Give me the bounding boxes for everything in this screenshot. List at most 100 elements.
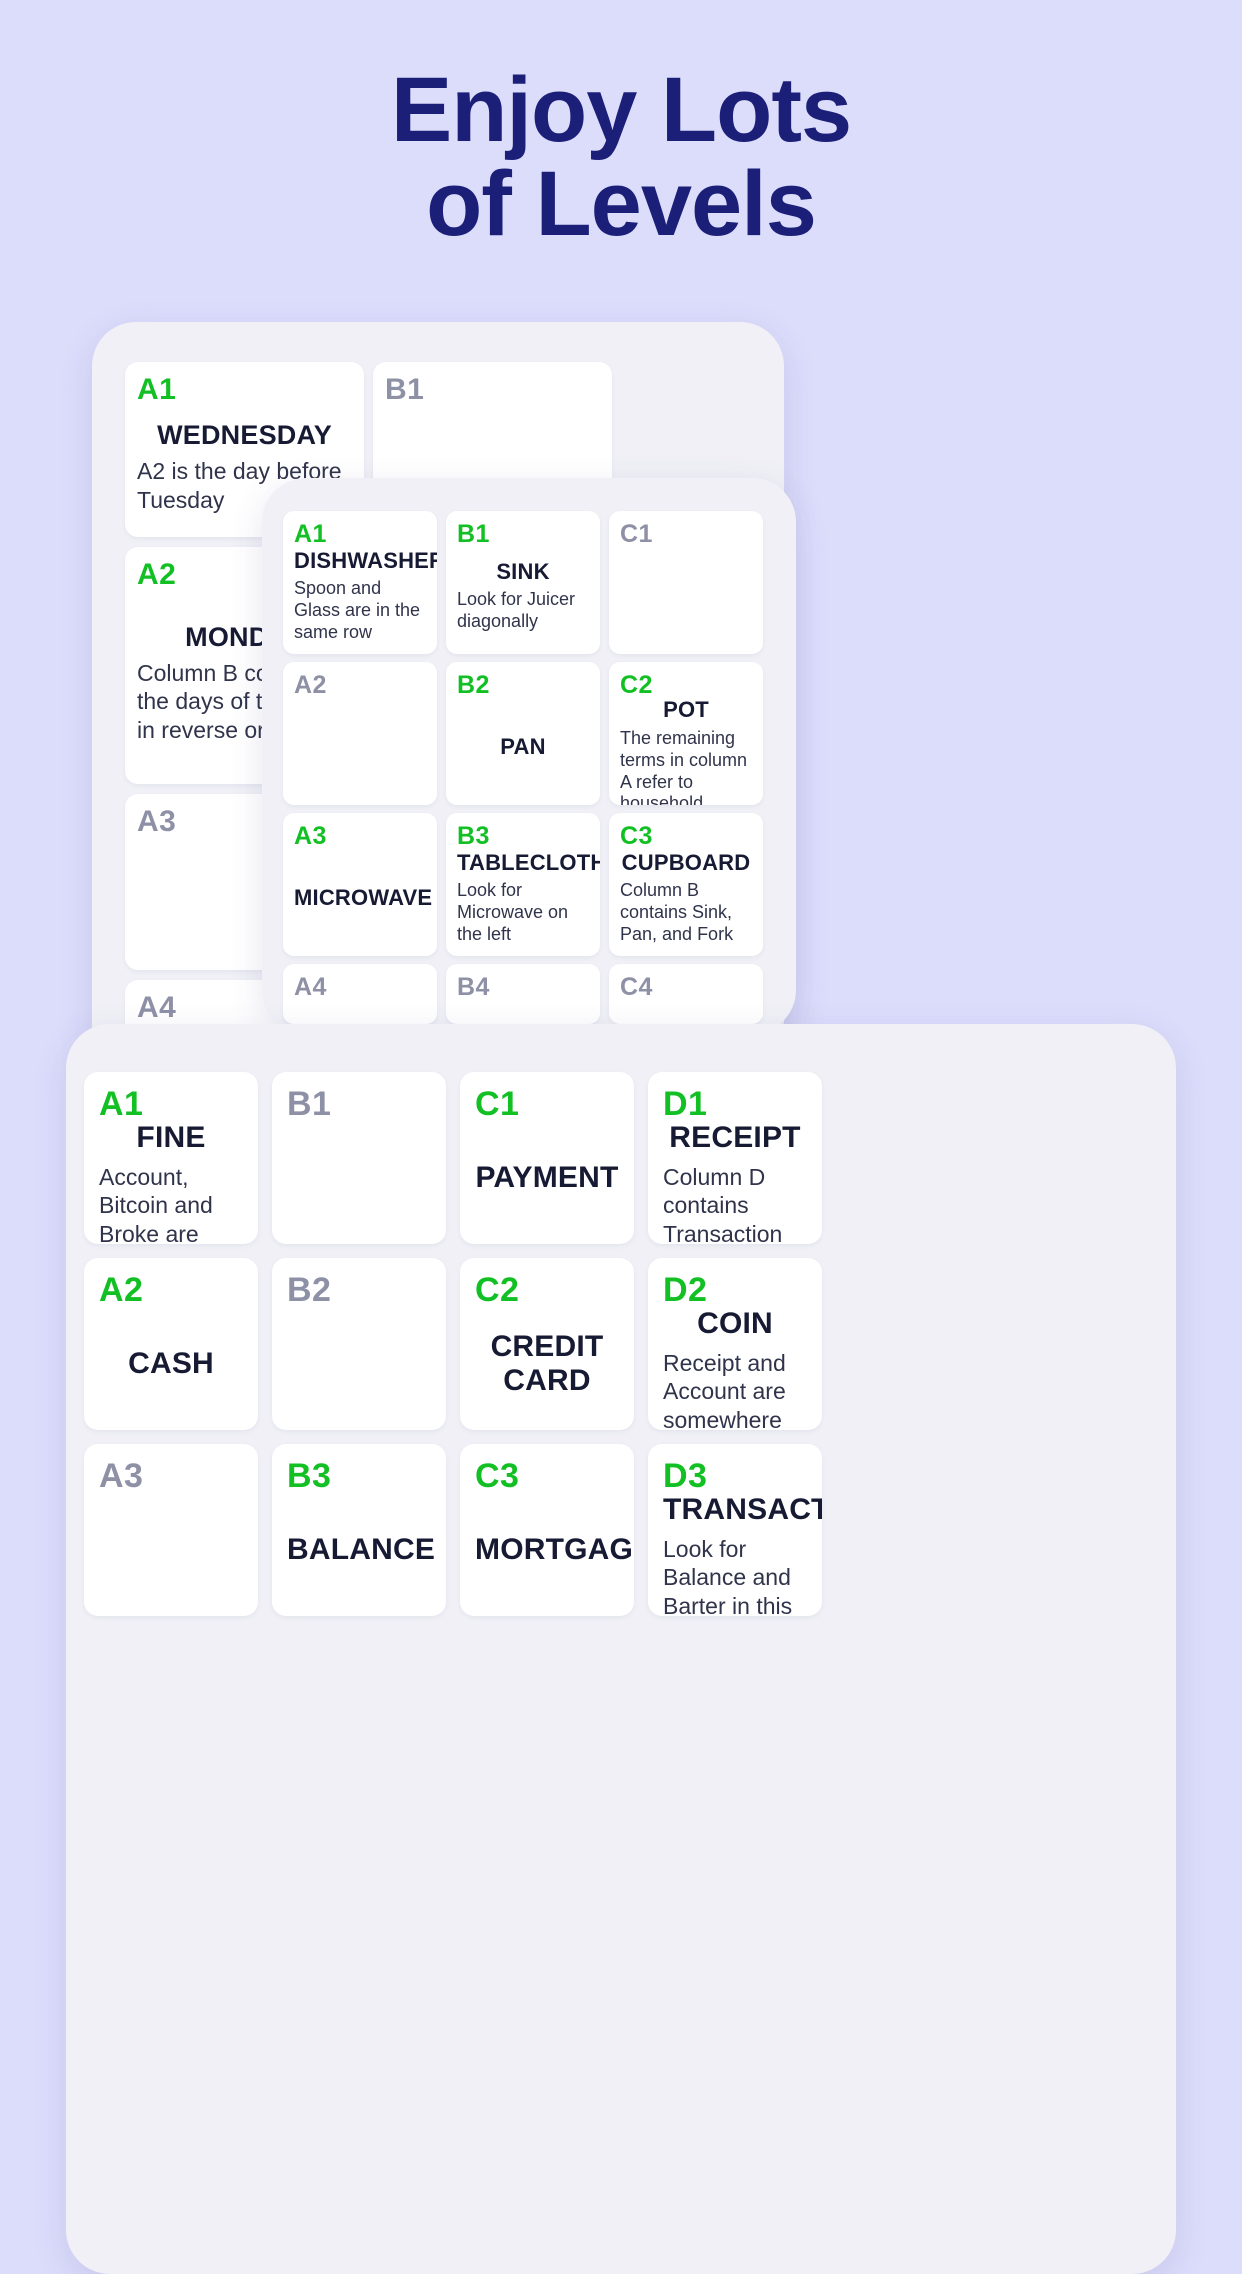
- cell-body: BALANCE: [287, 1493, 436, 1606]
- cell-body: [620, 547, 752, 646]
- cell-b4[interactable]: B4: [446, 964, 600, 1024]
- cell-b3[interactable]: B3 TABLECLOTH Look for Microwave on the le…: [446, 813, 600, 956]
- cell-hint-text: The remaining terms in column A refer to…: [620, 727, 748, 805]
- cell-answer-word: COIN: [697, 1307, 773, 1340]
- cell-d1[interactable]: D1 RECEIPT Column D contains Transaction: [648, 1072, 822, 1244]
- cell-body: COIN Receipt and Account are somewhere ab…: [663, 1307, 807, 1430]
- cell-coord-label: B2: [457, 671, 490, 699]
- cell-b1[interactable]: B1 SINK Look for Juicer diagonally: [446, 511, 600, 654]
- cell-c2[interactable]: C2 CREDIT CARD: [460, 1258, 634, 1430]
- cell-body: RECEIPT Column D contains Transaction: [663, 1121, 807, 1244]
- cell-body: CASH: [99, 1307, 243, 1420]
- cell-answer-word: CASH: [128, 1346, 214, 1380]
- cell-coord-label: B1: [385, 373, 425, 406]
- page-title-line-2: of Levels: [426, 152, 817, 255]
- cell-coord-label: A2: [294, 671, 327, 699]
- cell-answer-word: POT: [663, 697, 709, 722]
- cell-hint-text: Column D contains Transaction: [663, 1163, 783, 1244]
- cell-coord-label: A2: [99, 1271, 144, 1309]
- cell-a4[interactable]: A4: [283, 964, 437, 1024]
- cell-coord-label: C4: [620, 973, 653, 1001]
- cell-answer-word: TABLECLOTH: [457, 849, 600, 875]
- cell-coord-label: A1: [99, 1085, 144, 1123]
- cell-coord-label: C1: [620, 520, 653, 548]
- cell-d2[interactable]: D2 COIN Receipt and Account are somewhere …: [648, 1258, 822, 1430]
- cell-answer-word: PAN: [500, 734, 546, 760]
- cell-coord-label: A4: [294, 973, 327, 1001]
- cell-a2[interactable]: A2: [283, 662, 437, 805]
- cell-coord-label: B3: [457, 822, 490, 850]
- cell-body: MICROWAVE: [294, 849, 433, 948]
- cell-body: [294, 1000, 426, 1016]
- cell-answer-word: MICROWAVE: [294, 885, 433, 911]
- cell-coord-label: B4: [457, 973, 490, 1001]
- cell-body: PAYMENT: [475, 1121, 619, 1234]
- cell-c2[interactable]: C2 POT The remaining terms in column A ref…: [609, 662, 763, 805]
- cell-coord-label: D1: [663, 1085, 708, 1123]
- cell-answer-word: SINK: [496, 558, 550, 584]
- cell-hint-text: Spoon and Glass are in the same row: [294, 578, 421, 643]
- page-title-line-1: Enjoy Lots: [390, 59, 852, 161]
- cell-hint-text: Look for Juicer diagonally: [457, 589, 576, 632]
- cell-body: [457, 1000, 589, 1016]
- cell-body: [287, 1121, 431, 1234]
- cell-b1[interactable]: B1: [272, 1072, 446, 1244]
- cell-body: FINE Account, Bitcoin and Broke are locat…: [99, 1121, 243, 1244]
- cell-answer-word: TRANSACTION: [663, 1493, 822, 1526]
- cell-body: [620, 1000, 752, 1016]
- cell-a3[interactable]: A3: [84, 1444, 258, 1616]
- cell-answer-word: PAYMENT: [475, 1160, 619, 1194]
- cell-hint-text: Look for Microwave on the left: [457, 880, 569, 945]
- cell-c3[interactable]: C3 CUPBOARD Column B contains Sink, Pan, a…: [609, 813, 763, 956]
- cell-a1[interactable]: A1FINE Account, Bitcoin and Broke are loc…: [84, 1072, 258, 1244]
- cell-body: MORTGAGE: [475, 1493, 634, 1606]
- cell-a1[interactable]: A1 DISHWASHER Spoon and Glass are in the s…: [283, 511, 437, 654]
- cell-b2[interactable]: B2 PAN: [446, 662, 600, 805]
- cell-c1[interactable]: C1 PAYMENT: [460, 1072, 634, 1244]
- cell-c3[interactable]: C3 MORTGAGE: [460, 1444, 634, 1616]
- cell-answer-word: MORTGAGE: [475, 1532, 634, 1566]
- money-board[interactable]: A1FINE Account, Bitcoin and Broke are loc…: [66, 1024, 1176, 2274]
- cell-body: CUPBOARD Column B contains Sink, Pan, and…: [620, 849, 752, 948]
- cell-body: DISHWASHER Spoon and Glass are in the sam…: [294, 547, 437, 646]
- cell-hint-text: Account, Bitcoin and Broke are located d…: [99, 1163, 213, 1244]
- cell-hint-text: Receipt and Account are somewhere above …: [663, 1349, 786, 1430]
- cell-coord-label: B2: [287, 1271, 332, 1309]
- cell-coord-label: B3: [287, 1457, 332, 1495]
- cell-hint-text: Column B contains Sink, Pan, and Fork: [620, 880, 734, 945]
- cell-c1[interactable]: C1: [609, 511, 763, 654]
- cell-coord-label: C1: [475, 1085, 520, 1123]
- cell-answer-word: DISHWASHER: [294, 547, 437, 573]
- cell-body: TABLECLOTH Look for Microwave on the left: [457, 849, 600, 948]
- cell-coord-label: B1: [457, 520, 490, 548]
- cell-body: TRANSACTION Look for Balance and Barter i…: [663, 1493, 822, 1616]
- cell-hint-text: Look for Balance and Barter in this row: [663, 1535, 793, 1616]
- cell-coord-label: C2: [475, 1271, 520, 1309]
- cell-body: POT The remaining terms in column A refer…: [620, 697, 752, 805]
- cell-b3[interactable]: B3 BALANCE: [272, 1444, 446, 1616]
- cell-coord-label: C2: [620, 671, 653, 699]
- cell-d3[interactable]: D3TRANSACTION Look for Balance and Barter…: [648, 1444, 822, 1616]
- cell-coord-label: B1: [287, 1085, 332, 1123]
- page-title: Enjoy Lots of Levels: [0, 59, 1242, 255]
- cell-coord-label: A1: [137, 373, 177, 406]
- cell-coord-label: A3: [99, 1457, 144, 1495]
- cell-coord-label: C3: [475, 1457, 520, 1495]
- cell-a2[interactable]: A2 CASH: [84, 1258, 258, 1430]
- cell-body: [294, 698, 426, 797]
- cell-b2[interactable]: B2: [272, 1258, 446, 1430]
- kitchen-board[interactable]: A1 DISHWASHER Spoon and Glass are in the s…: [262, 478, 796, 1034]
- cell-answer-word: CREDIT CARD: [490, 1329, 604, 1397]
- cell-body: SINK Look for Juicer diagonally: [457, 547, 589, 646]
- cell-answer-word: BALANCE: [287, 1532, 436, 1566]
- cell-body: PAN: [457, 698, 589, 797]
- cell-c4[interactable]: C4: [609, 964, 763, 1024]
- cell-answer-word: WEDNESDAY: [157, 420, 332, 451]
- cell-answer-word: RECEIPT: [669, 1121, 801, 1154]
- cell-a3[interactable]: A3 MICROWAVE: [283, 813, 437, 956]
- cell-body: CREDIT CARD: [475, 1307, 619, 1420]
- cell-answer-word: CUPBOARD: [621, 849, 751, 875]
- cell-body: [99, 1493, 243, 1606]
- cell-coord-label: A3: [294, 822, 327, 850]
- cell-coord-label: C3: [620, 822, 653, 850]
